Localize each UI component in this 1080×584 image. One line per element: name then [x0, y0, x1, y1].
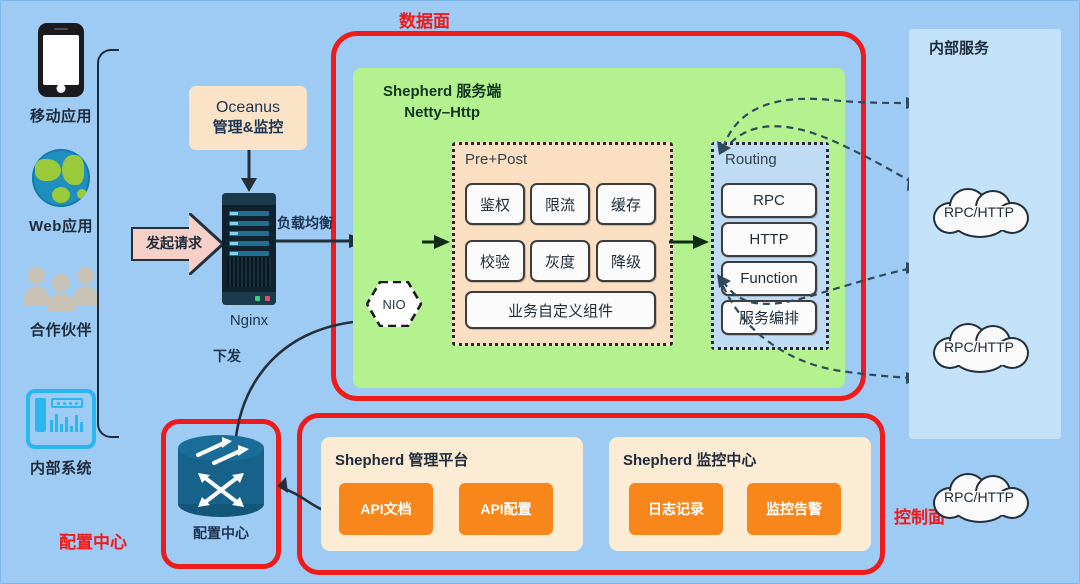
- internal-services-title: 内部服务: [929, 40, 990, 57]
- nio-node: NIO: [366, 281, 422, 327]
- actor-mobile-label: 移动应用: [29, 108, 92, 125]
- actor-partner-label: 合作伙伴: [29, 322, 92, 339]
- prepost-custom-component-chip[interactable]: 业务自定义组件: [465, 291, 656, 329]
- monitor-alarm-button[interactable]: 监控告警: [747, 483, 841, 535]
- oceanus-title: Oceanus: [215, 99, 281, 116]
- monitor-log-button[interactable]: 日志记录: [629, 483, 723, 535]
- routing-to-services-arrows: [717, 97, 925, 384]
- prepost-chip-3[interactable]: 校验: [465, 240, 525, 282]
- request-arrow: 发起请求: [131, 213, 225, 275]
- prepost-title: Pre+Post: [465, 151, 528, 168]
- prepost-chip-0[interactable]: 鉴权: [465, 183, 525, 225]
- actor-internal-system-label: 内部系统: [29, 460, 92, 477]
- internal-service-node-2: RPC/HTTP: [929, 471, 1029, 523]
- prepost-chip-5[interactable]: 降级: [596, 240, 656, 282]
- oceanus-box: Oceanus 管理&监控: [189, 86, 307, 150]
- prepost-chip-2[interactable]: 缓存: [596, 183, 656, 225]
- oceanus-to-nginx-arrow: [241, 150, 257, 192]
- nio-to-prepost-arrow: [422, 235, 450, 249]
- internal-service-label-2: RPC/HTTP: [944, 489, 1014, 505]
- nio-label: NIO: [382, 296, 406, 312]
- shepherd-server-title-line2: Netty–Http: [404, 104, 481, 121]
- mobile-phone-icon: [38, 23, 84, 97]
- prepost-chip-1[interactable]: 限流: [530, 183, 590, 225]
- shepherd-admin-title: Shepherd 管理平台: [335, 452, 469, 469]
- shepherd-server-title-line1: Shepherd 服务端: [383, 83, 502, 100]
- actor-web-label: Web应用: [29, 218, 93, 235]
- globe-icon: [32, 149, 90, 207]
- request-arrow-label: 发起请求: [146, 235, 202, 251]
- config-center-icon: [178, 435, 264, 519]
- admin-api-doc-button[interactable]: API文档: [339, 483, 433, 535]
- config-center-node: 配置中心: [178, 435, 264, 543]
- load-balance-label: 负载均衡: [277, 215, 333, 231]
- internal-service-label-1: RPC/HTTP: [944, 339, 1014, 355]
- oceanus-subtitle: 管理&监控: [212, 119, 284, 136]
- internal-service-node-1: RPC/HTTP: [929, 321, 1029, 373]
- shepherd-server-title: Shepherd 服务端 Netty–Http: [383, 81, 501, 123]
- data-plane-label: 数据面: [399, 12, 450, 31]
- config-center-label: 配置中心: [193, 525, 249, 541]
- people-icon: [24, 263, 98, 311]
- internal-service-label-0: RPC/HTTP: [944, 204, 1014, 220]
- prepost-chip-4[interactable]: 灰度: [530, 240, 590, 282]
- actor-group-brace: [97, 49, 119, 438]
- diagram-canvas: 数据面 配置中心 控制面 移动应用 Web应用 合作伙伴 内部系统 发起请求 O…: [0, 0, 1080, 584]
- server-icon: [222, 193, 276, 305]
- shepherd-monitor-title: Shepherd 监控中心: [623, 452, 757, 469]
- config-push-label: 下发: [213, 348, 241, 364]
- internal-service-node-0: RPC/HTTP: [929, 186, 1029, 238]
- config-plane-label: 配置中心: [59, 533, 127, 552]
- internal-system-icon: [26, 389, 96, 449]
- admin-api-config-button[interactable]: API配置: [459, 483, 553, 535]
